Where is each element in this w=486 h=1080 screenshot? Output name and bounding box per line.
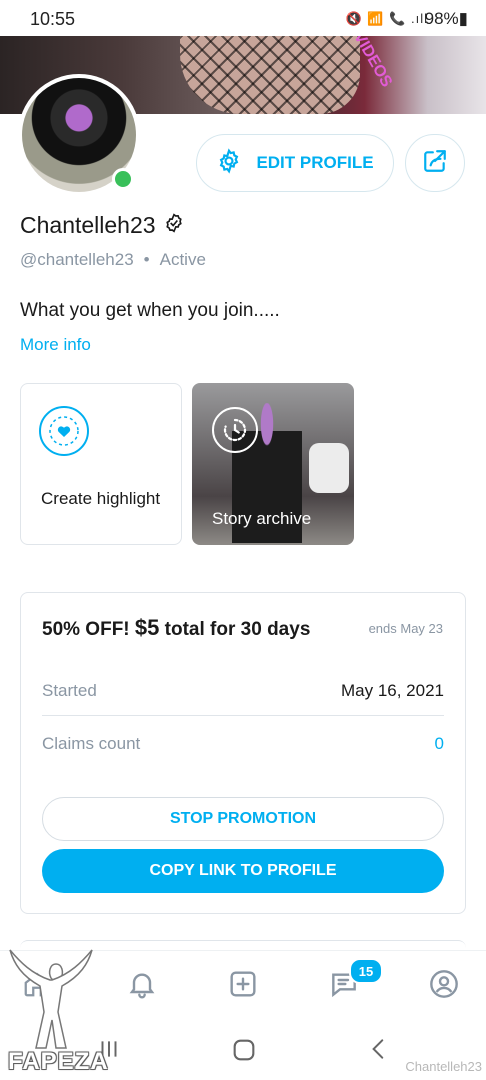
promotion-discount: 50% OFF! — [42, 619, 130, 640]
share-icon — [422, 148, 448, 179]
battery-indicator: 98%▮ — [424, 9, 468, 28]
promotion-card: 50% OFF! $5 total for 30 days ends May 2… — [20, 592, 466, 914]
bell-icon — [126, 968, 158, 1005]
stop-promotion-button[interactable]: STOP PROMOTION — [42, 797, 444, 841]
status-icons: 🔇 📶 📞 .ıll — [345, 11, 428, 26]
cover-photo-detail — [180, 34, 360, 114]
verified-icon — [164, 212, 184, 239]
watermark-text: FAPEZA — [8, 1048, 109, 1075]
promotion-price: $5 — [134, 615, 160, 640]
profile-bio: What you get when you join..... — [20, 300, 280, 321]
story-archive-label: Story archive — [212, 509, 312, 528]
edit-profile-button[interactable]: EDIT PROFILE — [196, 134, 394, 192]
nav-profile[interactable] — [427, 969, 461, 1003]
avatar[interactable] — [18, 74, 140, 196]
create-highlight-label: Create highlight — [41, 489, 161, 508]
nav-new-post[interactable] — [226, 969, 260, 1003]
create-highlight-card[interactable]: Create highlight — [20, 383, 182, 545]
messages-badge: 15 — [349, 958, 383, 984]
divider — [42, 715, 444, 716]
edit-profile-label: EDIT PROFILE — [256, 153, 374, 172]
profile-icon — [428, 968, 460, 1005]
promotion-terms: total for 30 days — [164, 619, 311, 640]
handle: @chantelleh23 — [20, 250, 134, 269]
promotion-ends: ends May 23 — [368, 621, 443, 636]
back-icon[interactable] — [366, 1036, 392, 1067]
add-post-icon — [227, 968, 259, 1005]
copy-link-button[interactable]: COPY LINK TO PROFILE — [42, 849, 444, 893]
display-name: Chantelleh23 — [20, 212, 156, 238]
online-indicator — [112, 168, 134, 190]
started-value: May 16, 2021 — [340, 681, 444, 700]
watermark-username: Chantelleh23 — [405, 1059, 482, 1074]
story-archive-photo-detail — [309, 443, 349, 493]
watermark-logo — [4, 944, 108, 1056]
more-info-link[interactable]: More info — [20, 335, 91, 355]
claims-label: Claims count — [42, 734, 141, 753]
home-button-icon[interactable] — [230, 1036, 258, 1069]
started-row: Started May 16, 2021 — [42, 681, 444, 701]
claims-value[interactable]: 0 — [435, 734, 444, 754]
status-bar: 10:55 🔇 📶 📞 .ıll 98%▮ — [0, 0, 486, 36]
nav-notifications[interactable] — [125, 969, 159, 1003]
story-archive-card[interactable]: Story archive — [192, 383, 354, 545]
promotion-title: 50% OFF! $5 total for 30 days — [42, 615, 310, 641]
profile-handle-row: @chantelleh23 • Active — [20, 250, 206, 270]
activity-status: Active — [159, 250, 206, 269]
separator-dot: • — [143, 250, 150, 269]
status-time: 10:55 — [30, 9, 76, 29]
claims-row: Claims count 0 — [42, 734, 444, 754]
history-icon — [212, 407, 258, 453]
gear-icon — [216, 147, 242, 179]
started-label: Started — [42, 681, 97, 700]
highlight-heart-icon — [39, 406, 89, 456]
profile-name: Chantelleh23 — [20, 212, 184, 239]
share-button[interactable] — [405, 134, 465, 192]
